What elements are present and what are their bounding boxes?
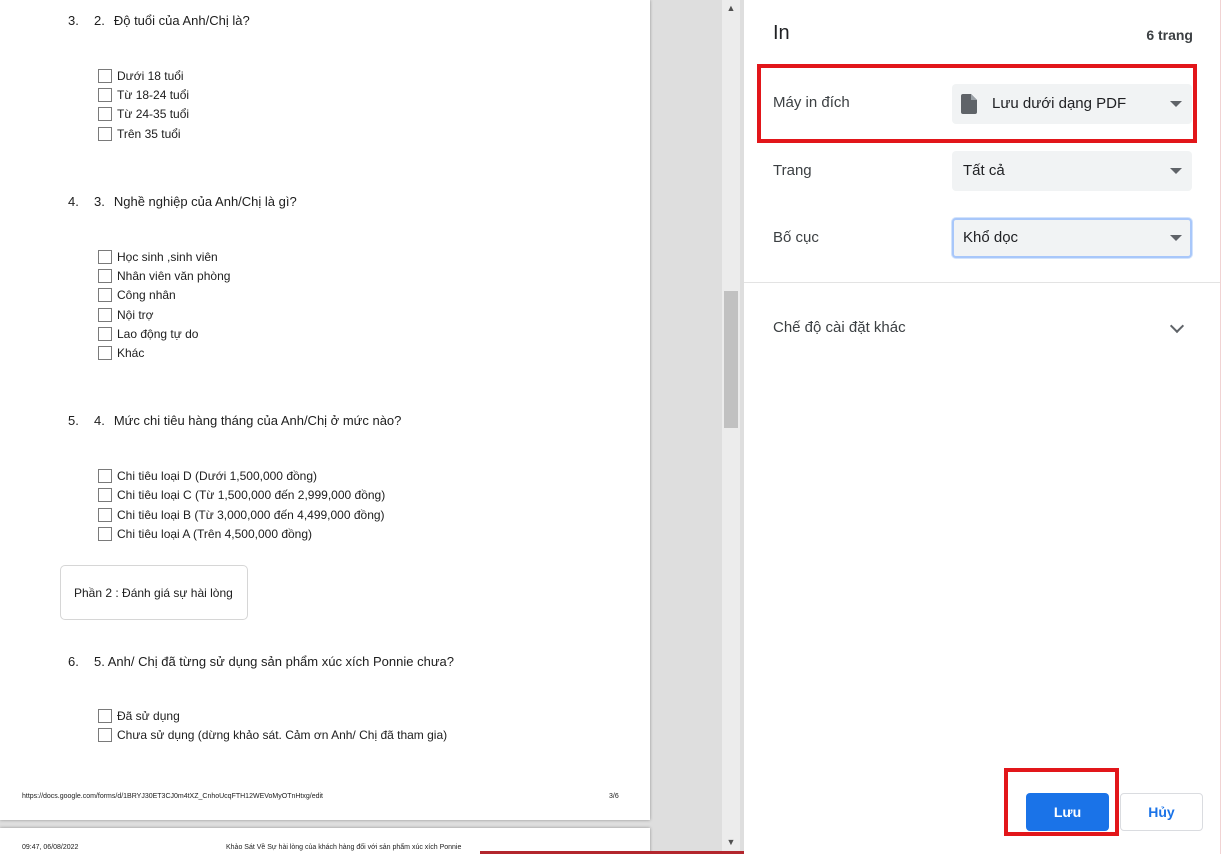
option-item: Đã sử dụng: [98, 708, 180, 724]
arrow-drop-down-icon: [1170, 235, 1182, 241]
option-item: Chi tiêu loại D (Dưới 1,500,000 đồng): [98, 468, 318, 484]
arrow-drop-down-icon: [1170, 168, 1182, 174]
option-label: Trên 35 tuổi: [117, 127, 181, 141]
question-number: 4.: [68, 194, 79, 209]
option-item: Khác: [98, 345, 145, 361]
layout-select[interactable]: Khổ dọc: [952, 218, 1192, 258]
question-usage: 6. 5. Anh/ Chị đã từng sử dụng sản phẩm x…: [68, 654, 454, 669]
checkbox-icon: [98, 307, 112, 322]
option-label: Chi tiêu loại C (Từ 1,500,000 đến 2,999,…: [117, 488, 386, 502]
checkbox-icon: [98, 727, 112, 742]
question-sub-number: 4.: [94, 413, 105, 428]
layout-value: Khổ dọc: [963, 229, 1019, 246]
checkbox-icon: [98, 126, 112, 141]
section-header: Phần 2 : Đánh giá sự hài lòng: [60, 565, 248, 620]
page-footer-number: 3/6: [609, 793, 619, 800]
option-item: Chưa sử dụng (dừng khảo sát. Cảm ơn Anh/…: [98, 727, 448, 743]
option-label: Nội trợ: [117, 308, 154, 322]
option-item: Chi tiêu loại B (Từ 3,000,000 đến 4,499,…: [98, 507, 385, 523]
chevron-down-icon[interactable]: [1169, 318, 1185, 334]
page-count: 6 trang: [1146, 27, 1193, 43]
option-label: Nhân viên văn phòng: [117, 269, 231, 283]
preview-page: 3. 2. Độ tuổi của Anh/Chị là? Dưới 18 tuổi…: [0, 0, 650, 820]
pages-select[interactable]: Tất cả: [952, 151, 1192, 191]
section-divider: [744, 282, 1220, 283]
checkbox-icon: [98, 345, 112, 360]
option-item: Công nhân: [98, 287, 176, 303]
cancel-button[interactable]: Hủy: [1120, 793, 1203, 831]
page-header-time: 09:47, 06/08/2022: [22, 844, 79, 851]
option-item: Từ 24-35 tuổi: [98, 106, 190, 122]
question-age: 3. 2. Độ tuổi của Anh/Chị là?: [68, 13, 250, 28]
question-number: 6.: [68, 654, 79, 669]
highlight-box-destination: [757, 64, 1197, 143]
option-label: Công nhân: [117, 288, 176, 302]
preview-scrollbar[interactable]: ▲ ▼: [722, 0, 740, 854]
scroll-down-arrow-icon[interactable]: ▼: [722, 834, 740, 850]
option-item: Chi tiêu loại C (Từ 1,500,000 đến 2,999,…: [98, 487, 386, 503]
checkbox-icon: [98, 468, 112, 483]
option-label: Từ 18-24 tuổi: [117, 88, 190, 102]
question-text: Nghề nghiệp của Anh/Chị là gì?: [113, 194, 297, 209]
option-item: Từ 18-24 tuổi: [98, 87, 190, 103]
option-item: Lao động tự do: [98, 326, 199, 342]
highlight-box-save: [1004, 768, 1119, 836]
option-label: Chưa sử dụng (dừng khảo sát. Cảm ơn Anh/…: [117, 728, 448, 742]
checkbox-icon: [98, 87, 112, 102]
layout-label: Bố cục: [773, 229, 819, 246]
window-edge: [1220, 0, 1230, 854]
option-item: Chi tiêu loại A (Trên 4,500,000 đồng): [98, 526, 313, 542]
option-label: Lao động tự do: [117, 327, 199, 341]
dialog-title: In: [773, 22, 790, 44]
option-label: Chi tiêu loại D (Dưới 1,500,000 đồng): [117, 469, 318, 483]
checkbox-icon: [98, 287, 112, 302]
question-text: 5. Anh/ Chị đã từng sử dụng sản phẩm xúc…: [94, 654, 454, 669]
question-text: Độ tuổi của Anh/Chị là?: [113, 13, 250, 28]
question-number: 3.: [68, 13, 79, 28]
question-occupation: 4. 3. Nghề nghiệp của Anh/Chị là gì?: [68, 194, 297, 209]
question-spending: 5. 4. Mức chi tiêu hàng tháng của Anh/Chị …: [68, 413, 401, 428]
option-item: Nội trợ: [98, 307, 154, 323]
scrollbar-thumb[interactable]: [724, 291, 738, 428]
print-preview-area: 3. 2. Độ tuổi của Anh/Chị là? Dưới 18 tuổi…: [0, 0, 744, 854]
option-label: Từ 24-35 tuổi: [117, 107, 190, 121]
page-header-title: Khảo Sát Về Sự hài lòng của khách hàng đ…: [226, 844, 462, 851]
checkbox-icon: [98, 68, 112, 83]
checkbox-icon: [98, 708, 112, 723]
option-label: Chi tiêu loại A (Trên 4,500,000 đồng): [117, 527, 313, 541]
checkbox-icon: [98, 507, 112, 522]
checkbox-icon: [98, 268, 112, 283]
scroll-up-arrow-icon[interactable]: ▲: [722, 0, 740, 16]
checkbox-icon: [98, 487, 112, 502]
question-sub-number: 2.: [94, 13, 105, 28]
option-label: Dưới 18 tuổi: [117, 69, 184, 83]
option-label: Học sinh ,sinh viên: [117, 250, 218, 264]
pages-label: Trang: [773, 162, 812, 179]
question-number: 5.: [68, 413, 79, 428]
question-sub-number: 3.: [94, 194, 105, 209]
checkbox-icon: [98, 526, 112, 541]
option-item: Dưới 18 tuổi: [98, 68, 184, 84]
checkbox-icon: [98, 249, 112, 264]
more-settings-toggle[interactable]: Chế độ cài đặt khác: [773, 319, 906, 336]
option-label: Khác: [117, 346, 145, 360]
checkbox-icon: [98, 106, 112, 121]
option-item: Trên 35 tuổi: [98, 126, 181, 142]
option-label: Chi tiêu loại B (Từ 3,000,000 đến 4,499,…: [117, 508, 385, 522]
option-item: Học sinh ,sinh viên: [98, 249, 218, 265]
pages-value: Tất cả: [963, 162, 1005, 179]
option-label: Đã sử dụng: [117, 709, 180, 723]
page-footer-url: https://docs.google.com/forms/d/1BRYJ30E…: [22, 793, 323, 800]
checkbox-icon: [98, 326, 112, 341]
question-text: Mức chi tiêu hàng tháng của Anh/Chị ở mứ…: [113, 413, 402, 428]
option-item: Nhân viên văn phòng: [98, 268, 231, 284]
